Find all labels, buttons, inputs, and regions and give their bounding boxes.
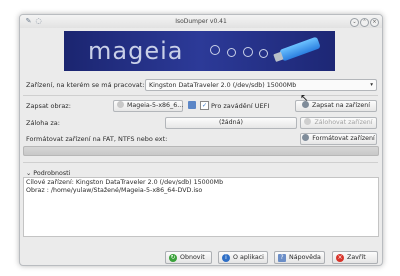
image-file-button[interactable]: Mageia-5-x86_6... [113,100,183,112]
bubble-decoration [243,47,253,57]
refresh-button[interactable]: ↻ Obnovit [165,251,212,264]
write-image-label: Zapsat obraz: [26,102,71,110]
uefi-checkbox[interactable]: ✓ [200,101,209,110]
format-device-button[interactable]: Formátovat zařízení [300,133,377,145]
bubble-decoration [259,49,268,58]
folder-icon[interactable] [188,101,196,109]
backup-target-button[interactable]: (žádná) [165,117,297,129]
bubble-decoration [227,48,236,57]
image-file-label: Mageia-5-x86_6... [127,102,184,109]
about-label: O aplikaci [233,254,264,261]
chevron-down-icon: ▾ [370,81,373,88]
refresh-label: Obnovit [180,254,205,261]
backup-device-label: Zálohovat zařízení [314,119,373,126]
backup-device-button[interactable]: Zálohovat zařízení [300,117,377,129]
backup-target-value: (žádná) [219,119,243,126]
quit-icon: × [336,253,344,262]
device-select[interactable]: Kingston DataTraveler 2.0 (/dev/sdb) 150… [145,79,377,91]
write-to-device-label: Zapsat na zařízení [311,102,371,109]
backup-label: Záloha za: [26,119,60,127]
bubble-decoration [210,45,220,55]
log-line: Cílové zařízení: Kingston DataTraveler 2… [26,179,224,186]
progress-bar [23,146,379,156]
format-label: Formátovat zařízení na FAT, NTFS nebo ex… [26,135,168,143]
backup-icon [304,118,312,125]
usb-stick-icon [273,36,321,62]
details-header-label: Podrobnosti [33,170,71,177]
uefi-label: Pro zavádění UEFI [211,102,270,110]
help-button[interactable]: ? Nápověda [274,251,325,264]
details-header[interactable]: ⌄ Podrobnosti [26,170,70,177]
quit-label: Zavřít [347,254,366,261]
format-icon [302,134,310,141]
file-icon [117,101,124,108]
title-bar: ✎ ◌ IsoDumper v0.41 ⌄ ⌃ × [20,15,382,28]
close-icon[interactable]: × [370,18,379,27]
mageia-logo: mageia [88,37,184,65]
separator [23,95,378,96]
separator [23,162,378,163]
mouse-cursor-icon: ↖ [300,93,309,104]
details-log[interactable]: Cílové zařízení: Kingston DataTraveler 2… [23,177,379,237]
isodumper-window: ✎ ◌ IsoDumper v0.41 ⌄ ⌃ × mageia Zařízen… [19,14,383,266]
quit-button[interactable]: × Zavřít [332,251,378,264]
maximize-icon[interactable]: ⌃ [360,18,369,27]
info-icon: i [222,253,230,262]
help-label: Nápověda [289,254,321,261]
device-label: Zařízení, na kterém se má pracovat: [26,81,145,89]
about-button[interactable]: i O aplikaci [218,251,268,264]
refresh-icon: ↻ [169,253,177,262]
log-line: Obraz : /home/yulaw/Stažené/Mageia-5-x86… [26,187,203,194]
device-select-value: Kingston DataTraveler 2.0 (/dev/sdb) 150… [149,81,297,89]
chevron-down-icon: ⌄ [26,170,32,177]
minimize-icon[interactable]: ⌄ [350,18,359,27]
mageia-banner: mageia [64,31,335,71]
window-title: IsoDumper v0.41 [175,18,227,25]
format-device-label: Formátovat zařízení [312,135,375,142]
help-book-icon: ? [278,253,286,262]
